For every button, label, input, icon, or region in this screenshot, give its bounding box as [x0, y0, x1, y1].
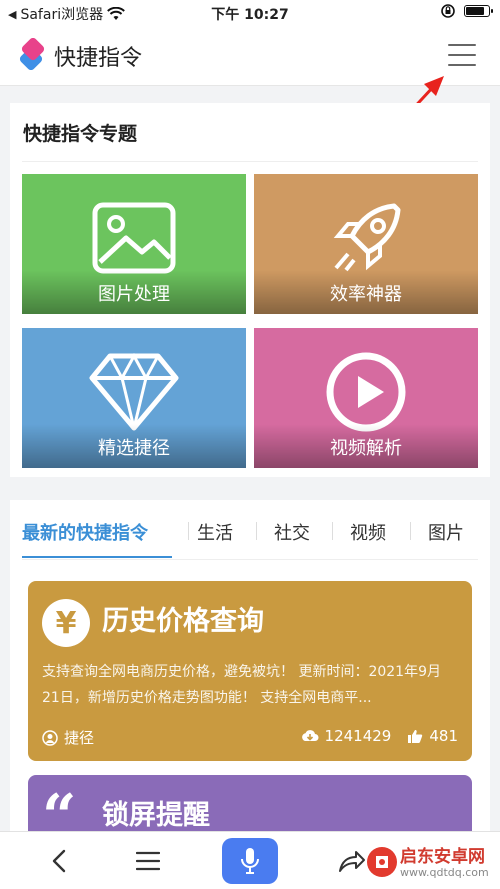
orientation-lock-icon [441, 4, 455, 18]
app-header: 快捷指令 [0, 24, 500, 142]
list-icon [136, 851, 160, 871]
topics-title: 快捷指令专题 [23, 123, 138, 145]
thumbs-up-icon [408, 729, 423, 743]
tab-separator [332, 522, 333, 540]
card-title: 锁屏提醒 [102, 800, 210, 831]
watermark: 启东安卓网 www.qdtdq.com [366, 838, 496, 888]
watermark-logo-icon [367, 847, 397, 877]
list-menu-button[interactable] [130, 842, 166, 880]
battery-icon [464, 5, 493, 17]
user-icon [42, 729, 58, 746]
topic-tile-video[interactable]: 视频解析 [254, 328, 478, 468]
card-title: 历史价格查询 [102, 606, 264, 637]
chevron-left-icon [52, 849, 66, 873]
category-tabs: 最新的快捷指令 生活 社交 视频 图片 [10, 500, 490, 560]
microphone-icon [241, 848, 259, 874]
tab-separator [256, 522, 257, 540]
status-bar: ◀ Safari浏览器 下午 10:27 [0, 0, 500, 24]
watermark-url: www.qdtdq.com [400, 866, 489, 879]
play-icon [326, 352, 406, 432]
back-button[interactable] [42, 842, 76, 880]
tab-social[interactable]: 社交 [274, 519, 310, 545]
tab-video[interactable]: 视频 [350, 519, 386, 545]
menu-line [448, 44, 476, 46]
card-stats: 1241429 481 [301, 727, 458, 745]
shortcuts-logo-icon [19, 38, 45, 70]
diamond-icon [89, 352, 179, 431]
tab-separator [188, 522, 189, 540]
rocket-icon [333, 203, 401, 272]
card-description: 支持查询全网电商历史价格，避免被坑！ 更新时间：2021年9月21日，新增历史价… [42, 664, 441, 706]
tab-image[interactable]: 图片 [428, 519, 464, 545]
divider [22, 161, 478, 162]
battery-fill [466, 7, 484, 15]
like-count: 481 [429, 727, 458, 745]
menu-line [448, 64, 476, 66]
status-right [440, 3, 493, 19]
cloud-download-icon [301, 730, 319, 741]
shortcut-card[interactable]: ¥ 历史价格查询 支持查询全网电商历史价格，避免被坑！ 更新时间：2021年9月… [28, 581, 472, 761]
image-icon [92, 202, 176, 274]
active-tab-indicator [22, 556, 172, 558]
safari-bottom-toolbar: 启东安卓网 www.qdtdq.com [0, 831, 500, 889]
card-meta: 捷径 1241429 481 [42, 727, 458, 747]
menu-line [448, 54, 476, 56]
tab-life[interactable]: 生活 [197, 519, 233, 545]
voice-input-button[interactable] [222, 838, 278, 884]
topic-tile-featured[interactable]: 精选捷径 [22, 328, 246, 468]
tile-label: 效率神器 [330, 284, 402, 305]
topic-tile-efficiency[interactable]: 效率神器 [254, 174, 478, 314]
watermark-name: 启东安卓网 [400, 847, 485, 867]
tile-label: 精选捷径 [98, 438, 170, 459]
author-name: 捷径 [64, 729, 95, 747]
hamburger-menu-button[interactable] [448, 44, 476, 66]
topics-section: 快捷指令专题 图片处理 效率神器 精选捷径 视频解析 [10, 103, 490, 477]
latest-section: 最新的快捷指令 生活 社交 视频 图片 ¥ 历史价格查询 支持查询全网电商历史价… [10, 500, 490, 840]
share-arrow-icon [339, 851, 365, 872]
download-count: 1241429 [324, 727, 392, 745]
yen-icon: ¥ [42, 599, 90, 647]
tile-label: 视频解析 [330, 438, 402, 459]
topic-tile-image[interactable]: 图片处理 [22, 174, 246, 314]
share-button[interactable] [334, 842, 370, 880]
status-time: 下午 10:27 [211, 7, 289, 23]
tile-label: 图片处理 [98, 284, 170, 305]
app-title: 快捷指令 [54, 46, 143, 71]
card-author: 捷径 [42, 727, 94, 748]
tab-latest[interactable]: 最新的快捷指令 [22, 519, 148, 545]
tab-separator [410, 522, 411, 540]
divider [22, 559, 478, 560]
